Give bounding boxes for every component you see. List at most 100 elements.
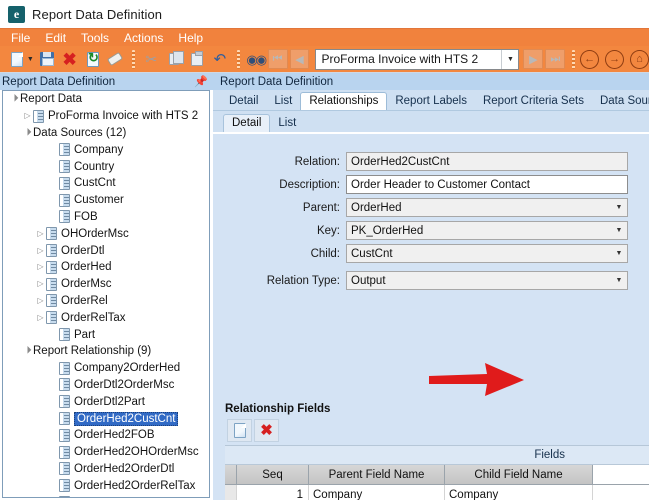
- tab-detail[interactable]: Detail: [221, 92, 266, 110]
- tab-relationships[interactable]: Relationships: [300, 92, 388, 110]
- tree-item-orderdtl[interactable]: OrderDtl: [3, 242, 209, 259]
- combo-parent[interactable]: OrderHed ▼: [346, 198, 628, 217]
- tree-item-custcnt[interactable]: CustCnt: [3, 175, 209, 192]
- expand-arrow-icon[interactable]: [35, 314, 46, 322]
- menu-item-help[interactable]: Help: [177, 31, 204, 45]
- new-dropdown-chevron-down-icon[interactable]: ▼: [27, 56, 34, 63]
- tree-item-data-sources-12[interactable]: Data Sources (12): [3, 125, 209, 142]
- collapse-arrow-icon[interactable]: [22, 347, 33, 355]
- subtab-detail[interactable]: Detail: [223, 114, 271, 132]
- tree-item-label: ProForma Invoice with HTS 2: [48, 110, 199, 123]
- tree-item-company[interactable]: Company: [3, 141, 209, 158]
- tree-item-orderrel[interactable]: OrderRel: [3, 293, 209, 310]
- column-header-child-field-name[interactable]: Child Field Name: [445, 465, 593, 484]
- tree-item-ohordermsc[interactable]: OHOrderMsc: [3, 225, 209, 242]
- forward-button[interactable]: →: [605, 49, 625, 69]
- tree-item-orderreltax[interactable]: OrderRelTax: [3, 309, 209, 326]
- tree-item-country[interactable]: Country: [3, 158, 209, 175]
- cell-child[interactable]: Company: [445, 485, 593, 500]
- expand-arrow-icon[interactable]: [35, 263, 46, 271]
- expand-arrow-icon[interactable]: [35, 297, 46, 305]
- expand-arrow-icon[interactable]: [35, 247, 46, 255]
- delete-button[interactable]: ✖: [59, 49, 81, 70]
- chevron-down-icon[interactable]: ▼: [611, 245, 627, 262]
- pin-icon[interactable]: 📌: [194, 75, 208, 88]
- chevron-down-icon[interactable]: ▼: [501, 49, 518, 69]
- relationship-fields-grid[interactable]: Fields Seq Parent Field Name Child Field N…: [225, 445, 649, 500]
- tree-item-report-data[interactable]: Report Data: [3, 91, 209, 108]
- next-record-button[interactable]: ▶: [523, 49, 544, 69]
- menu-item-actions[interactable]: Actions: [123, 31, 164, 45]
- new-row-button[interactable]: [227, 418, 252, 442]
- tree-item-label: CustCnt: [74, 177, 116, 190]
- table-node-icon: [59, 412, 70, 426]
- next-record-icon: ▶: [529, 53, 538, 66]
- tree-item-orderdtl2part[interactable]: OrderDtl2Part: [3, 393, 209, 410]
- tab-list[interactable]: List: [266, 92, 300, 110]
- previous-record-button[interactable]: ◀: [289, 49, 310, 69]
- back-button[interactable]: ←: [580, 49, 600, 69]
- tree-item-orderhed[interactable]: OrderHed: [3, 259, 209, 276]
- home-button[interactable]: ⌂: [630, 49, 649, 69]
- tree-item-label: OrderHed2CustCnt: [74, 411, 179, 426]
- report-data-tree[interactable]: Report Data ProForma Invoice with HTS 2 Da…: [2, 90, 210, 498]
- cut-button[interactable]: ✂: [140, 49, 162, 70]
- tree-item-part[interactable]: Part: [3, 326, 209, 343]
- tree-item-part2country[interactable]: Part2Country: [3, 494, 209, 497]
- undo-button[interactable]: ↶: [209, 49, 231, 70]
- expand-arrow-icon[interactable]: [35, 280, 46, 288]
- tree-item-orderhed2custcnt[interactable]: OrderHed2CustCnt: [3, 410, 209, 427]
- tree-item-customer[interactable]: Customer: [3, 192, 209, 209]
- tab-data-sources[interactable]: Data Sources: [592, 92, 649, 110]
- input-description[interactable]: Order Header to Customer Contact: [346, 175, 628, 194]
- tree-item-proforma-invoice-with-hts-2[interactable]: ProForma Invoice with HTS 2: [3, 108, 209, 125]
- tree-item-label: OrderRel: [61, 294, 108, 307]
- cell-seq[interactable]: 1: [237, 485, 309, 500]
- tree-item-label: Part: [74, 328, 96, 341]
- copy-button[interactable]: [163, 49, 185, 70]
- column-header-parent-field-name[interactable]: Parent Field Name: [309, 465, 445, 484]
- menu-item-tools[interactable]: Tools: [80, 31, 110, 45]
- collapse-arrow-icon[interactable]: [9, 95, 20, 103]
- label-parent: Parent:: [302, 201, 340, 214]
- paste-icon: [190, 50, 203, 66]
- chevron-down-icon[interactable]: ▼: [611, 199, 627, 216]
- tree-item-company2orderhed[interactable]: Company2OrderHed: [3, 360, 209, 377]
- combo-child[interactable]: CustCnt ▼: [346, 244, 628, 263]
- tab-report-labels[interactable]: Report Labels: [387, 92, 475, 110]
- value-description: Order Header to Customer Contact: [351, 178, 530, 191]
- collapse-arrow-icon[interactable]: [22, 129, 33, 137]
- search-button[interactable]: ◉◉: [245, 49, 267, 70]
- chevron-down-icon[interactable]: ▼: [611, 272, 627, 289]
- record-selector-combo[interactable]: ProForma Invoice with HTS 2 ▼: [315, 48, 520, 70]
- refresh-button[interactable]: [82, 49, 104, 70]
- tree-item-label: Report Relationship (9): [33, 345, 152, 358]
- combo-relation-type[interactable]: Output ▼: [346, 271, 628, 290]
- last-record-button[interactable]: ⏭: [545, 49, 566, 69]
- cell-parent[interactable]: Company: [309, 485, 445, 500]
- paste-button[interactable]: [186, 49, 208, 70]
- expand-arrow-icon[interactable]: [22, 112, 33, 120]
- tree-item-orderhed2orderdtl[interactable]: OrderHed2OrderDtl: [3, 461, 209, 478]
- new-button[interactable]: [6, 49, 28, 70]
- tab-report-criteria-sets[interactable]: Report Criteria Sets: [475, 92, 592, 110]
- tree-item-orderhed2orderreltax[interactable]: OrderHed2OrderRelTax: [3, 477, 209, 494]
- expand-arrow-icon[interactable]: [35, 230, 46, 238]
- clear-button[interactable]: [104, 49, 126, 70]
- column-header-seq[interactable]: Seq: [237, 465, 309, 484]
- delete-row-button[interactable]: ✖: [254, 418, 279, 442]
- save-button[interactable]: [36, 49, 58, 70]
- table-row[interactable]: 1 Company Company: [225, 485, 649, 500]
- tree-item-orderdtl2ordermsc[interactable]: OrderDtl2OrderMsc: [3, 377, 209, 394]
- tree-item-fob[interactable]: FOB: [3, 209, 209, 226]
- combo-key[interactable]: PK_OrderHed ▼: [346, 221, 628, 240]
- tree-item-orderhed2ohordermsc[interactable]: OrderHed2OHOrderMsc: [3, 444, 209, 461]
- menu-item-file[interactable]: File: [10, 31, 31, 45]
- tree-item-report-relationship-9[interactable]: Report Relationship (9): [3, 343, 209, 360]
- tree-item-orderhed2fob[interactable]: OrderHed2FOB: [3, 427, 209, 444]
- first-record-button[interactable]: ⏮: [267, 49, 288, 69]
- tree-item-ordermsc[interactable]: OrderMsc: [3, 276, 209, 293]
- chevron-down-icon[interactable]: ▼: [611, 222, 627, 239]
- menu-item-edit[interactable]: Edit: [44, 31, 67, 45]
- subtab-list[interactable]: List: [270, 114, 304, 132]
